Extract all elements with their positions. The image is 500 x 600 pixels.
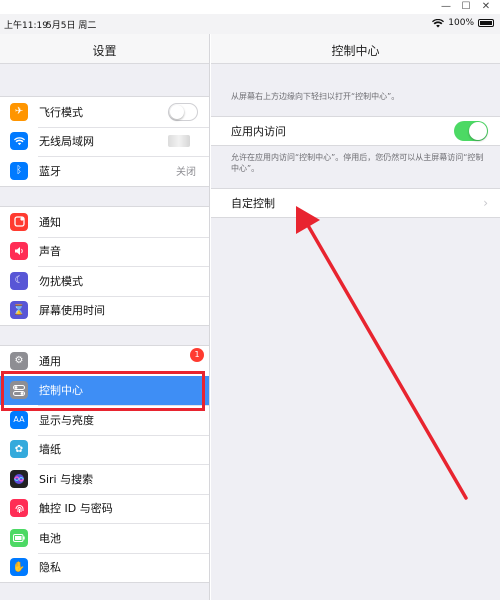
chevron-right-icon: ›: [483, 196, 488, 210]
aa-icon: AA: [10, 410, 28, 429]
sidebar-item-airplane-mode[interactable]: ✈ 飞行模式: [0, 97, 209, 127]
sidebar-item-siri-search[interactable]: Siri 与搜索: [0, 464, 209, 494]
sidebar-item-bluetooth[interactable]: ᛒ 蓝牙 关闭: [0, 156, 209, 186]
sidebar-item-label: 触控 ID 与密码: [39, 502, 113, 516]
bluetooth-icon: ᛒ: [10, 161, 28, 180]
airplane-mode-toggle[interactable]: [168, 102, 198, 121]
access-within-apps-row: 应用内访问: [211, 117, 500, 145]
sidebar-navbar: 设置: [0, 34, 209, 64]
battery-icon: [478, 19, 494, 27]
sidebar-item-label: 墙纸: [39, 443, 61, 457]
sidebar-item-label: 显示与亮度: [39, 413, 94, 427]
sidebar-item-sounds[interactable]: 声音: [0, 236, 209, 267]
wifi-icon: [432, 18, 445, 27]
settings-group-notifications: 通知 声音 ☾ 勿扰模式 ⌛ 屏幕使用时间: [0, 206, 209, 326]
airplane-icon: ✈: [10, 102, 28, 121]
maximize-icon[interactable]: ☐: [456, 0, 476, 14]
sidebar-item-notifications[interactable]: 通知: [0, 207, 209, 237]
hourglass-icon: ⌛: [10, 301, 28, 320]
sidebar-item-label: 通用: [39, 354, 61, 368]
screen: — ☐ ✕ 上午11:19 5月5日 周二 100% 设置 ✈ 飞行模式 无线局…: [0, 0, 500, 600]
sidebar-item-control-center[interactable]: 控制中心: [0, 375, 209, 405]
status-date: 5月5日 周二: [46, 21, 97, 31]
sidebar-item-screen-time[interactable]: ⌛ 屏幕使用时间: [0, 295, 209, 326]
sidebar-item-label: 通知: [39, 215, 61, 229]
sidebar-item-wallpaper[interactable]: ✿ 墙纸: [0, 434, 209, 465]
moon-icon: ☾: [10, 271, 28, 290]
sidebar-item-label: 屏幕使用时间: [39, 304, 105, 318]
siri-icon: [10, 469, 28, 488]
sidebar-item-label: Siri 与搜索: [39, 472, 94, 486]
update-badge: 1: [190, 347, 204, 362]
detail-title: 控制中心: [331, 44, 380, 58]
access-within-apps-description: 允许在应用内访问“控制中心”。停用后，您仍然可以从主屏幕访问“控制中心”。: [231, 153, 484, 173]
sidebar-item-label: 蓝牙: [39, 164, 61, 178]
swipe-hint-text: 从屏幕右上方边缘向下轻扫以打开“控制中心”。: [231, 92, 400, 101]
settings-sidebar: 设置 ✈ 飞行模式 无线局域网 ᛒ 蓝牙 关闭 通知 声音 ☾ 勿扰模式 ⌛ 屏…: [0, 34, 210, 600]
bluetooth-status: 关闭: [176, 167, 196, 179]
gear-icon: ⚙: [10, 351, 28, 370]
status-right: 100%: [432, 18, 494, 28]
sidebar-item-touch-id-passcode[interactable]: 触控 ID 与密码: [0, 493, 209, 524]
sidebar-item-do-not-disturb[interactable]: ☾ 勿扰模式: [0, 266, 209, 296]
toggles-icon: [10, 381, 28, 400]
fingerprint-icon: [10, 499, 28, 518]
access-within-apps-group: 应用内访问: [211, 116, 500, 146]
notifications-icon: [10, 212, 28, 231]
flower-icon: ✿: [10, 440, 28, 459]
access-within-apps-toggle[interactable]: [454, 121, 488, 141]
control-center-panel: 控制中心 从屏幕右上方边缘向下轻扫以打开“控制中心”。 应用内访问 允许在应用内…: [211, 34, 500, 600]
close-icon[interactable]: ✕: [476, 0, 496, 14]
window-titlebar: — ☐ ✕: [0, 0, 500, 14]
status-bar: 上午11:19 5月5日 周二 100%: [0, 14, 500, 34]
settings-group-general: ⚙ 通用 1 控制中心 AA 显示与亮度 ✿ 墙纸 Siri 与搜索 触控 ID…: [0, 345, 209, 583]
sidebar-item-battery[interactable]: 电池: [0, 523, 209, 553]
customize-controls-label: 自定控制: [231, 197, 275, 210]
sidebar-item-label: 控制中心: [39, 384, 83, 398]
sidebar-item-label: 无线局域网: [39, 135, 94, 149]
sidebar-item-label: 飞行模式: [39, 105, 83, 119]
settings-group-connectivity: ✈ 飞行模式 无线局域网 ᛒ 蓝牙 关闭: [0, 96, 209, 187]
status-time: 上午11:19: [4, 21, 48, 31]
sidebar-item-display-brightness[interactable]: AA 显示与亮度: [0, 405, 209, 435]
hand-icon: ✋: [10, 558, 28, 577]
sidebar-title: 设置: [92, 44, 117, 58]
battery-icon: [10, 528, 28, 547]
sidebar-item-privacy[interactable]: ✋ 隐私: [0, 552, 209, 583]
sidebar-item-label: 声音: [39, 245, 61, 259]
sound-icon: [10, 242, 28, 261]
battery-percent: 100%: [448, 18, 474, 28]
sidebar-item-label: 隐私: [39, 561, 61, 575]
detail-navbar: 控制中心: [211, 34, 500, 64]
sidebar-item-label: 电池: [39, 531, 61, 545]
access-within-apps-label: 应用内访问: [231, 125, 286, 138]
customize-controls-group: 自定控制 ›: [211, 188, 500, 218]
sidebar-item-general[interactable]: ⚙ 通用 1: [0, 346, 209, 376]
wifi-icon: [10, 132, 28, 151]
minimize-icon[interactable]: —: [436, 0, 456, 14]
wifi-network-name-blurred: [168, 135, 190, 148]
customize-controls-row[interactable]: 自定控制 ›: [211, 189, 500, 217]
sidebar-item-wifi[interactable]: 无线局域网: [0, 126, 209, 157]
sidebar-item-label: 勿扰模式: [39, 274, 83, 288]
